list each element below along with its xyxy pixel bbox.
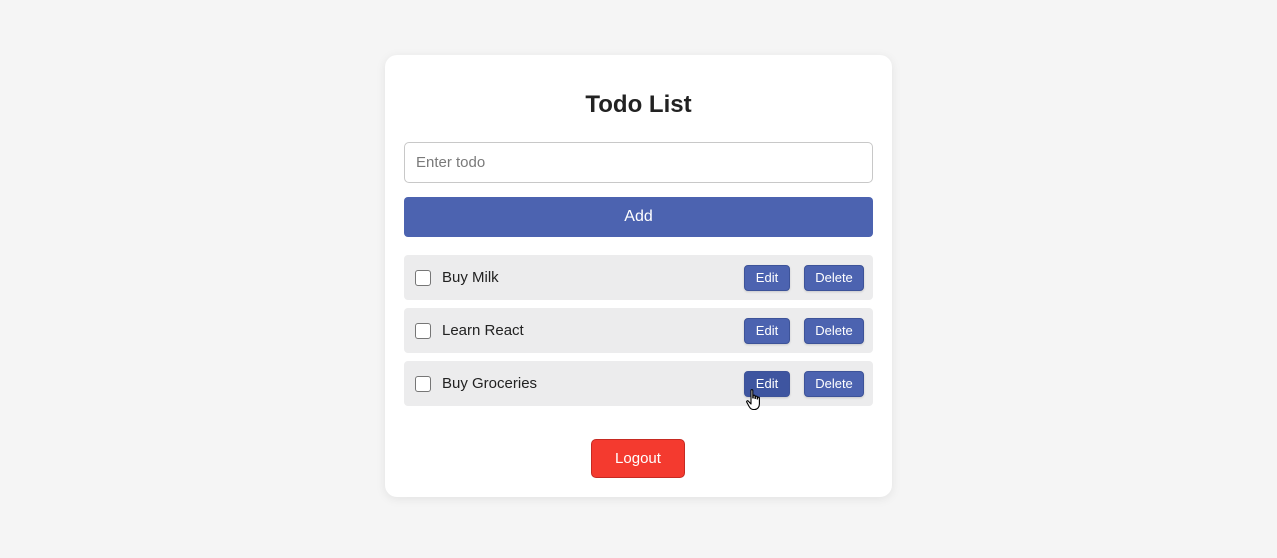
delete-button[interactable]: Delete bbox=[804, 264, 864, 291]
todo-label: Buy Milk bbox=[442, 269, 499, 286]
todo-item: Buy Milk Edit Delete bbox=[404, 255, 873, 300]
todo-card: Todo List Add Buy Milk Edit Delete Learn… bbox=[385, 55, 892, 497]
logout-button[interactable]: Logout bbox=[591, 439, 685, 478]
todo-checkbox[interactable] bbox=[415, 375, 431, 392]
todo-list: Buy Milk Edit Delete Learn React Edit De… bbox=[404, 255, 873, 414]
todo-label: Learn React bbox=[442, 322, 524, 339]
delete-button[interactable]: Delete bbox=[804, 317, 864, 344]
delete-button[interactable]: Delete bbox=[804, 370, 864, 397]
todo-label: Buy Groceries bbox=[442, 375, 538, 392]
todo-input[interactable] bbox=[404, 142, 873, 183]
edit-button[interactable]: Edit bbox=[744, 264, 790, 291]
add-button[interactable]: Add bbox=[404, 197, 873, 237]
todo-checkbox[interactable] bbox=[415, 322, 431, 339]
page-title: Todo List bbox=[585, 91, 692, 118]
edit-button[interactable]: Edit bbox=[744, 370, 790, 397]
edit-button[interactable]: Edit bbox=[744, 317, 790, 344]
todo-item: Buy Groceries Edit Delete bbox=[404, 361, 873, 406]
todo-item: Learn React Edit Delete bbox=[404, 308, 873, 353]
todo-checkbox[interactable] bbox=[415, 269, 431, 286]
